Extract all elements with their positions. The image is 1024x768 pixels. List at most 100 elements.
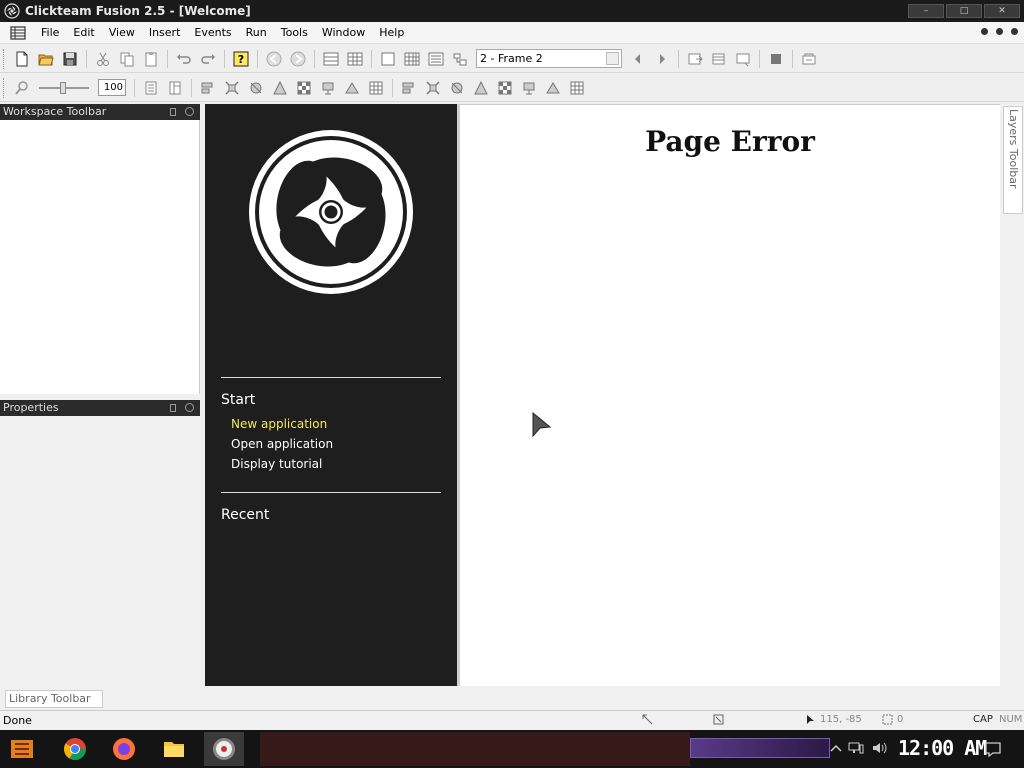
align-right-button[interactable] bbox=[246, 78, 266, 98]
cut-button[interactable] bbox=[93, 49, 113, 69]
layer-table-button[interactable] bbox=[567, 78, 587, 98]
zoom-slider-thumb[interactable] bbox=[60, 81, 66, 94]
file-explorer-taskbar-button[interactable] bbox=[160, 735, 188, 763]
data-elements-button[interactable] bbox=[450, 49, 470, 69]
frame-select-dropdown[interactable]: 2 - Frame 2 bbox=[476, 49, 622, 68]
event-editor-button[interactable] bbox=[402, 49, 422, 69]
build-button[interactable] bbox=[799, 49, 819, 69]
align-bottom-button[interactable] bbox=[318, 78, 338, 98]
storyboard-editor-button[interactable] bbox=[321, 49, 341, 69]
snap-to-grid-button[interactable] bbox=[165, 78, 185, 98]
paste-button[interactable] bbox=[141, 49, 161, 69]
menu-file[interactable]: File bbox=[34, 26, 66, 39]
minimize-button[interactable]: – bbox=[908, 4, 944, 18]
toolbar-grip[interactable] bbox=[3, 77, 6, 98]
workspace-tree[interactable] bbox=[0, 120, 200, 394]
layer-align-middle-button[interactable] bbox=[495, 78, 515, 98]
run-frame-button[interactable] bbox=[709, 49, 729, 69]
tray-overflow-chevron-icon[interactable] bbox=[828, 741, 844, 755]
notifications-icon[interactable] bbox=[984, 741, 1002, 757]
back-button[interactable] bbox=[264, 49, 284, 69]
event-list-editor-button[interactable] bbox=[426, 49, 446, 69]
align-right-icon bbox=[250, 82, 262, 93]
app-menu-icon[interactable] bbox=[10, 25, 26, 40]
close-panel-icon[interactable] bbox=[185, 403, 194, 412]
pin-icon[interactable] bbox=[170, 404, 176, 412]
open-application-link[interactable]: Open application bbox=[231, 437, 333, 451]
menu-insert[interactable]: Insert bbox=[142, 26, 188, 39]
stop-button[interactable] bbox=[766, 49, 786, 69]
library-toolbar-tab[interactable]: Library Toolbar bbox=[5, 690, 103, 708]
table-button[interactable] bbox=[366, 78, 386, 98]
align-top-icon bbox=[474, 80, 488, 94]
run-application-button[interactable] bbox=[685, 49, 705, 69]
run-application-icon bbox=[688, 53, 703, 64]
network-icon[interactable] bbox=[848, 741, 864, 755]
menu-events[interactable]: Events bbox=[187, 26, 238, 39]
volume-icon[interactable] bbox=[872, 741, 888, 755]
frame-editor-button[interactable] bbox=[378, 49, 398, 69]
menu-run[interactable]: Run bbox=[239, 26, 274, 39]
recent-heading: Recent bbox=[221, 507, 270, 523]
layers-toolbar-tab[interactable]: Layers Toolbar bbox=[1003, 106, 1023, 214]
align-bottom-icon bbox=[322, 82, 334, 94]
menu-edit[interactable]: Edit bbox=[66, 26, 101, 39]
layer-align-bottom-button[interactable] bbox=[519, 78, 539, 98]
toolbar-separator bbox=[678, 49, 679, 68]
show-grid-button[interactable] bbox=[141, 78, 161, 98]
display-tutorial-link[interactable]: Display tutorial bbox=[231, 457, 322, 471]
zoom-button[interactable] bbox=[12, 78, 32, 98]
previous-frame-button[interactable] bbox=[628, 49, 648, 69]
layer-align-right-button[interactable] bbox=[447, 78, 467, 98]
new-application-link[interactable]: New application bbox=[231, 417, 327, 431]
pin-icon[interactable] bbox=[170, 108, 176, 116]
copy-button[interactable] bbox=[117, 49, 137, 69]
run-project-button[interactable] bbox=[733, 49, 753, 69]
toolbar-separator bbox=[371, 49, 372, 68]
save-button[interactable] bbox=[60, 49, 80, 69]
zoom-slider[interactable] bbox=[37, 79, 91, 97]
distribute-button[interactable] bbox=[342, 78, 362, 98]
align-middle-button[interactable] bbox=[294, 78, 314, 98]
properties-panel[interactable] bbox=[0, 416, 200, 686]
open-file-button[interactable] bbox=[36, 49, 56, 69]
layer-distribute-button[interactable] bbox=[543, 78, 563, 98]
next-frame-button[interactable] bbox=[652, 49, 672, 69]
dropdown-arrow-icon[interactable] bbox=[606, 52, 619, 65]
toolbar-grip[interactable] bbox=[3, 48, 6, 69]
start-button[interactable] bbox=[8, 735, 36, 763]
mdi-restore-dot[interactable] bbox=[996, 28, 1003, 35]
triangle-right-icon bbox=[660, 53, 665, 64]
align-center-button[interactable] bbox=[222, 78, 242, 98]
chrome-icon bbox=[64, 738, 86, 760]
close-panel-icon[interactable] bbox=[185, 107, 194, 116]
layer-align-top-button[interactable] bbox=[471, 78, 491, 98]
menu-window[interactable]: Window bbox=[315, 26, 372, 39]
align-left-button[interactable] bbox=[198, 78, 218, 98]
firefox-taskbar-button[interactable] bbox=[110, 735, 138, 763]
clickteam-taskbar-button[interactable] bbox=[204, 732, 244, 766]
new-file-button[interactable] bbox=[12, 49, 32, 69]
chrome-taskbar-button[interactable] bbox=[61, 735, 89, 763]
section-divider bbox=[221, 377, 441, 378]
layer-align-left-button[interactable] bbox=[399, 78, 419, 98]
mdi-window-controls[interactable] bbox=[981, 28, 1018, 35]
frame-select-value: 2 - Frame 2 bbox=[480, 52, 543, 65]
help-button[interactable]: ? bbox=[231, 49, 251, 69]
menu-view[interactable]: View bbox=[102, 26, 142, 39]
layer-align-center-button[interactable] bbox=[423, 78, 443, 98]
event-list-button[interactable] bbox=[345, 49, 365, 69]
forward-button[interactable] bbox=[288, 49, 308, 69]
close-button[interactable]: ✕ bbox=[984, 4, 1020, 18]
menu-help[interactable]: Help bbox=[372, 26, 411, 39]
menu-tools[interactable]: Tools bbox=[274, 26, 315, 39]
zoom-value-field[interactable]: 100 bbox=[98, 79, 126, 96]
mdi-close-dot[interactable] bbox=[1011, 28, 1018, 35]
redo-button[interactable] bbox=[198, 49, 218, 69]
taskbar-clock[interactable]: 12:00 AM bbox=[898, 736, 987, 760]
undo-button[interactable] bbox=[174, 49, 194, 69]
object-count-icon bbox=[882, 714, 893, 725]
maximize-button[interactable]: □ bbox=[946, 4, 982, 18]
align-top-button[interactable] bbox=[270, 78, 290, 98]
mdi-minimize-dot[interactable] bbox=[981, 28, 988, 35]
